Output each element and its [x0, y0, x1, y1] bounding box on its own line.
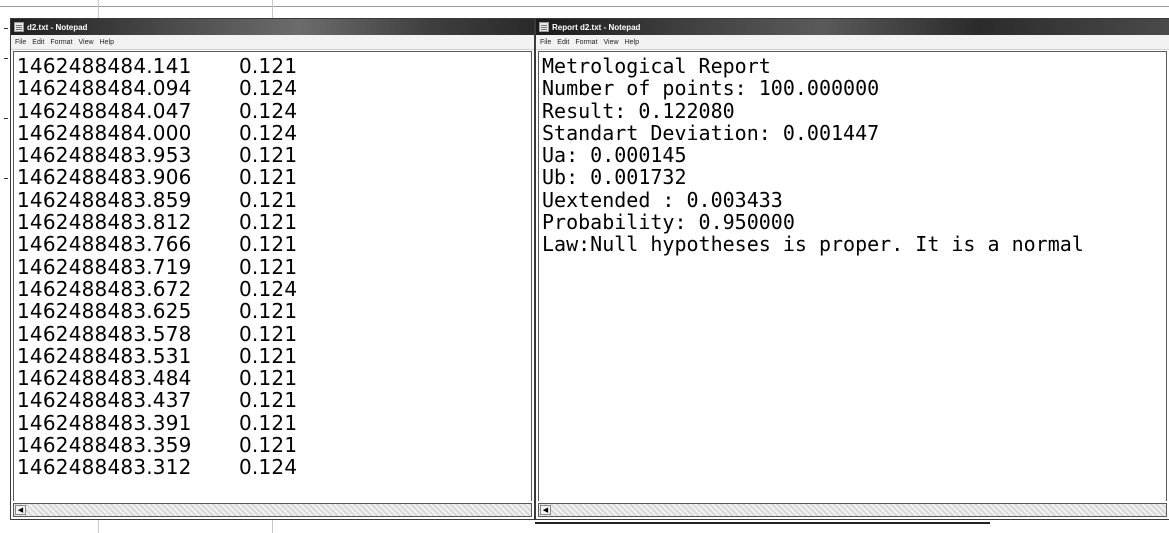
- scroll-left-button[interactable]: ◀: [540, 505, 551, 515]
- value-cell: 0.121: [239, 254, 298, 279]
- report-line: Ua: 0.000145: [542, 143, 687, 168]
- value-cell: 0.121: [239, 232, 298, 257]
- value-cell: 0.121: [239, 366, 298, 391]
- timestamp-cell: 1462488483.719: [17, 254, 192, 279]
- data-row: 1462488483.812 0.121: [17, 210, 531, 235]
- data-row: 1462488484.094 0.124: [17, 76, 531, 101]
- notepad-window-data[interactable]: d2.txt - Notepad File Edit Format View H…: [10, 18, 535, 520]
- timestamp-cell: 1462488484.000: [17, 120, 192, 145]
- data-row: 1462488483.625 0.121: [17, 299, 531, 324]
- horizontal-scrollbar[interactable]: ◀: [13, 503, 532, 517]
- window-title: Report d2.txt - Notepad: [552, 22, 641, 32]
- timestamp-cell: 1462488484.047: [17, 98, 192, 123]
- notepad-icon: [14, 22, 24, 32]
- menu-view[interactable]: View: [604, 39, 619, 46]
- background-divider: [535, 522, 990, 524]
- background-window-edge: [0, 18, 10, 518]
- text-content[interactable]: 1462488484.141 0.121 1462488484.094 0.124 14…: [14, 52, 531, 479]
- value-cell: 0.121: [239, 388, 298, 413]
- text-editor[interactable]: 1462488484.141 0.121 1462488484.094 0.124 14…: [13, 51, 532, 501]
- timestamp-cell: 1462488483.578: [17, 321, 192, 346]
- report-line: Result: 0.122080: [542, 98, 735, 123]
- value-cell: 0.124: [239, 76, 298, 101]
- value-cell: 0.124: [239, 455, 298, 480]
- data-row: 1462488483.578 0.121: [17, 321, 531, 346]
- timestamp-cell: 1462488483.359: [17, 433, 192, 458]
- text-content[interactable]: Metrological Report Number of points: 100…: [539, 52, 1166, 256]
- value-cell: 0.121: [239, 165, 298, 190]
- data-row: 1462488483.953 0.121: [17, 143, 531, 168]
- value-cell: 0.121: [239, 187, 298, 212]
- value-cell: 0.121: [239, 299, 298, 324]
- menu-edit[interactable]: Edit: [557, 39, 569, 46]
- data-row: 1462488483.359 0.121: [17, 433, 531, 458]
- menu-format[interactable]: Format: [50, 39, 72, 46]
- data-row: 1462488483.719 0.121: [17, 254, 531, 279]
- horizontal-scrollbar[interactable]: ◀: [538, 503, 1167, 517]
- timestamp-cell: 1462488483.906: [17, 165, 192, 190]
- value-cell: 0.121: [239, 54, 298, 78]
- report-line: Probability: 0.950000: [542, 210, 795, 235]
- title-bar[interactable]: d2.txt - Notepad: [11, 19, 534, 35]
- timestamp-cell: 1462488484.094: [17, 76, 192, 101]
- timestamp-cell: 1462488483.625: [17, 299, 192, 324]
- data-row: 1462488483.312 0.124: [17, 455, 531, 480]
- data-row: 1462488484.047 0.124: [17, 98, 531, 123]
- window-title: d2.txt - Notepad: [27, 22, 88, 32]
- value-cell: 0.124: [239, 98, 298, 123]
- menu-file[interactable]: File: [540, 39, 551, 46]
- data-row: 1462488483.766 0.121: [17, 232, 531, 257]
- data-row: 1462488483.437 0.121: [17, 388, 531, 413]
- menu-bar: File Edit Format View Help: [536, 35, 1169, 50]
- menu-file[interactable]: File: [15, 39, 26, 46]
- timestamp-cell: 1462488483.766: [17, 232, 192, 257]
- timestamp-cell: 1462488483.484: [17, 366, 192, 391]
- value-cell: 0.121: [239, 143, 298, 168]
- data-row: 1462488484.000 0.124: [17, 120, 531, 145]
- value-cell: 0.121: [239, 410, 298, 435]
- timestamp-cell: 1462488484.141: [17, 54, 192, 78]
- report-line: Ub: 0.001732: [542, 165, 687, 190]
- timestamp-cell: 1462488483.859: [17, 187, 192, 212]
- value-cell: 0.121: [239, 343, 298, 368]
- desktop: d2.txt - Notepad File Edit Format View H…: [0, 0, 1169, 533]
- value-cell: 0.121: [239, 210, 298, 235]
- scroll-left-button[interactable]: ◀: [15, 505, 26, 515]
- data-row: 1462488484.141 0.121: [17, 54, 531, 78]
- menu-help[interactable]: Help: [100, 39, 114, 46]
- data-row: 1462488483.391 0.121: [17, 410, 531, 435]
- menu-view[interactable]: View: [79, 39, 94, 46]
- timestamp-cell: 1462488483.953: [17, 143, 192, 168]
- report-line: Standart Deviation: 0.001447: [542, 120, 880, 145]
- timestamp-cell: 1462488483.531: [17, 343, 192, 368]
- background-divider: [0, 6, 1169, 7]
- notepad-icon: [539, 22, 549, 32]
- timestamp-cell: 1462488483.312: [17, 455, 192, 480]
- report-line: Number of points: 100.000000: [542, 76, 880, 101]
- value-cell: 0.124: [239, 276, 298, 301]
- menu-edit[interactable]: Edit: [32, 39, 44, 46]
- timestamp-cell: 1462488483.812: [17, 210, 192, 235]
- data-row: 1462488483.672 0.124: [17, 276, 531, 301]
- report-line: Uextended : 0.003433: [542, 187, 783, 212]
- report-line: Law:Null hypotheses is proper. It is a n…: [542, 232, 1084, 257]
- value-cell: 0.124: [239, 120, 298, 145]
- notepad-window-report[interactable]: Report d2.txt - Notepad File Edit Format…: [535, 18, 1169, 520]
- data-row: 1462488483.859 0.121: [17, 187, 531, 212]
- timestamp-cell: 1462488483.437: [17, 388, 192, 413]
- menu-bar: File Edit Format View Help: [11, 35, 534, 50]
- text-editor[interactable]: Metrological Report Number of points: 100…: [538, 51, 1167, 501]
- value-cell: 0.121: [239, 433, 298, 458]
- value-cell: 0.121: [239, 321, 298, 346]
- data-row: 1462488483.484 0.121: [17, 366, 531, 391]
- menu-format[interactable]: Format: [575, 39, 597, 46]
- timestamp-cell: 1462488483.672: [17, 276, 192, 301]
- data-row: 1462488483.906 0.121: [17, 165, 531, 190]
- timestamp-cell: 1462488483.391: [17, 410, 192, 435]
- report-line: Metrological Report: [542, 54, 771, 78]
- data-row: 1462488483.531 0.121: [17, 343, 531, 368]
- menu-help[interactable]: Help: [625, 39, 639, 46]
- title-bar[interactable]: Report d2.txt - Notepad: [536, 19, 1169, 35]
